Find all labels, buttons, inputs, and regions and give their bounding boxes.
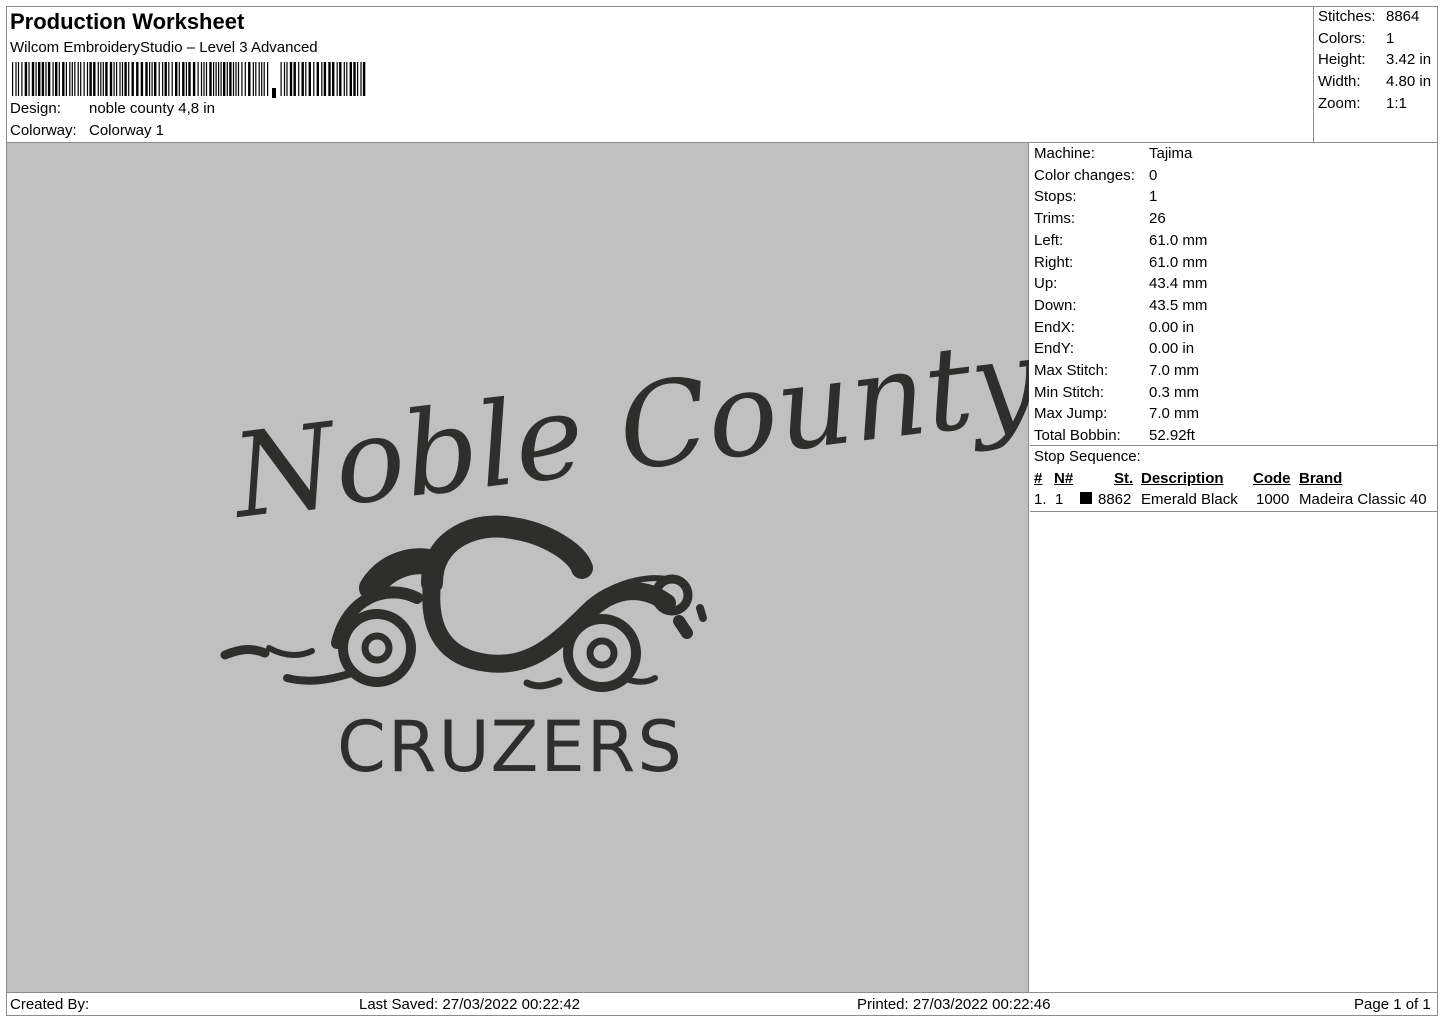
machine-info-label: Max Jump: — [1034, 405, 1108, 423]
machine-info-row: Max Stitch: 7.0 mm — [1034, 362, 1199, 379]
machine-info-value: Tajima — [1149, 145, 1193, 162]
machine-info-row: Up: 43.4 mm — [1034, 275, 1207, 292]
machine-info-value: 52.92ft — [1149, 427, 1195, 445]
machine-info-value: 61.0 mm — [1149, 231, 1208, 249]
design-text-noble-county: Noble County — [223, 312, 1029, 545]
machine-info-value: 7.0 mm — [1149, 362, 1200, 379]
stop-row-stitches: 8862 — [1098, 491, 1132, 508]
design-text-cruzers: CRUZERS — [337, 706, 684, 788]
zoom-value: 1:1 — [1386, 95, 1407, 112]
machine-info-row: Color changes: 0 — [1034, 167, 1157, 184]
machine-info-value: 26 — [1149, 210, 1166, 228]
stop-row-code: 1000 — [1256, 491, 1290, 508]
width-value: 4.80 in — [1386, 73, 1432, 90]
machine-info-value: 0 — [1149, 166, 1158, 184]
machine-info-label: Left: — [1034, 231, 1064, 249]
machine-info-label: Min Stitch: — [1034, 383, 1105, 401]
colors-value: 1 — [1386, 30, 1395, 47]
col-header-num: # — [1034, 470, 1043, 487]
machine-info-value: 0.00 in — [1149, 340, 1195, 358]
machine-info-row: Max Jump: 7.0 mm — [1034, 405, 1199, 422]
machine-info-value: 43.4 mm — [1149, 275, 1208, 293]
design-summary: Stitches: 8864 Colors: 1 Height: 3.42 in Wi… — [1314, 6, 1438, 143]
zoom-row: Zoom: 1:1 — [1318, 95, 1407, 112]
stitches-value: 8864 — [1386, 8, 1420, 25]
zoom-label: Zoom: — [1318, 95, 1361, 112]
design-value: noble county 4,8 in — [89, 100, 215, 117]
machine-info-label: EndY: — [1034, 340, 1075, 358]
machine-info-row: Stops: 1 — [1034, 188, 1157, 205]
col-header-n: N# — [1054, 470, 1074, 487]
machine-info-panel: Machine: Tajima Color changes: 0 Stops: 1 Trim… — [1030, 143, 1438, 446]
stop-row-description: Emerald Black — [1141, 491, 1238, 508]
colorway-label: Colorway: — [10, 122, 77, 139]
machine-info-label: EndX: — [1034, 318, 1075, 336]
machine-info-value: 1 — [1149, 188, 1158, 206]
colorway-value: Colorway 1 — [89, 122, 165, 139]
machine-info-value: 0.3 mm — [1149, 383, 1200, 401]
design-row: Design: noble county 4,8 in — [10, 100, 215, 117]
col-header-st: St. — [1114, 470, 1134, 487]
worksheet-footer: Created By: Last Saved: 27/03/2022 00:22… — [6, 992, 1438, 1016]
machine-info-row: Right: 61.0 mm — [1034, 254, 1207, 271]
page-title: Production Worksheet — [10, 9, 245, 34]
col-header-description: Description — [1141, 470, 1224, 487]
design-label: Design: — [10, 100, 61, 117]
stitches-row: Stitches: 8864 — [1318, 8, 1419, 25]
printed-date: Printed: 27/03/2022 00:22:46 — [857, 996, 1051, 1013]
width-row: Width: 4.80 in — [1318, 73, 1431, 90]
machine-info-row: Machine: Tajima — [1034, 145, 1192, 162]
machine-info-value: 43.5 mm — [1149, 296, 1208, 314]
stop-row-num: 1. — [1034, 491, 1047, 508]
machine-info-value: 0.00 in — [1149, 318, 1195, 336]
thread-color-swatch — [1080, 492, 1092, 504]
last-saved: Last Saved: 27/03/2022 00:22:42 — [359, 996, 581, 1013]
machine-info-label: Down: — [1034, 296, 1077, 314]
machine-info-value: 61.0 mm — [1149, 253, 1208, 271]
machine-info-label: Max Stitch: — [1034, 362, 1109, 379]
col-header-brand: Brand — [1299, 470, 1343, 487]
machine-info-label: Trims: — [1034, 210, 1076, 228]
height-row: Height: 3.42 in — [1318, 51, 1431, 68]
colorway-row: Colorway: Colorway 1 — [10, 122, 164, 139]
colors-row: Colors: 1 — [1318, 30, 1394, 47]
machine-info-label: Machine: — [1034, 145, 1095, 162]
machine-info-row: Down: 43.5 mm — [1034, 297, 1207, 314]
width-label: Width: — [1318, 73, 1361, 90]
colors-label: Colors: — [1318, 30, 1366, 47]
machine-info-label: Total Bobbin: — [1034, 427, 1121, 445]
stop-sequence-label: Stop Sequence: — [1034, 448, 1141, 465]
embroidery-design: Noble County CRUZERS — [220, 312, 1029, 788]
height-label: Height: — [1318, 51, 1366, 68]
machine-info-row: Left: 61.0 mm — [1034, 232, 1207, 249]
machine-info-label: Up: — [1034, 275, 1058, 293]
height-value: 3.42 in — [1386, 51, 1432, 68]
barcode — [12, 62, 366, 98]
machine-info-label: Right: — [1034, 253, 1074, 271]
col-header-code: Code — [1253, 470, 1291, 487]
machine-info-row: Min Stitch: 0.3 mm — [1034, 384, 1199, 401]
design-preview: Noble County CRUZERS — [7, 143, 1029, 992]
stop-row-brand: Madeira Classic 40 — [1299, 491, 1427, 508]
stop-row-n: 1 — [1055, 491, 1064, 508]
worksheet-header: Production Worksheet Wilcom EmbroiderySt… — [6, 6, 1314, 143]
machine-info-row: Trims: 26 — [1034, 210, 1166, 227]
machine-info-row: EndY: 0.00 in — [1034, 340, 1194, 357]
machine-info-value: 7.0 mm — [1149, 405, 1200, 423]
stop-sequence-panel: Stop Sequence: # N# St. Description Code… — [1030, 446, 1438, 512]
machine-info-label: Stops: — [1034, 188, 1077, 206]
created-by: Created By: — [10, 996, 90, 1013]
machine-info-row: EndX: 0.00 in — [1034, 319, 1194, 336]
machine-info-label: Color changes: — [1034, 166, 1135, 184]
machine-info-row: Total Bobbin: 52.92ft — [1034, 427, 1195, 444]
software-name: Wilcom EmbroideryStudio – Level 3 Advanc… — [10, 39, 318, 56]
page-number: Page 1 of 1 — [1354, 996, 1431, 1013]
stitches-label: Stitches: — [1318, 8, 1376, 25]
